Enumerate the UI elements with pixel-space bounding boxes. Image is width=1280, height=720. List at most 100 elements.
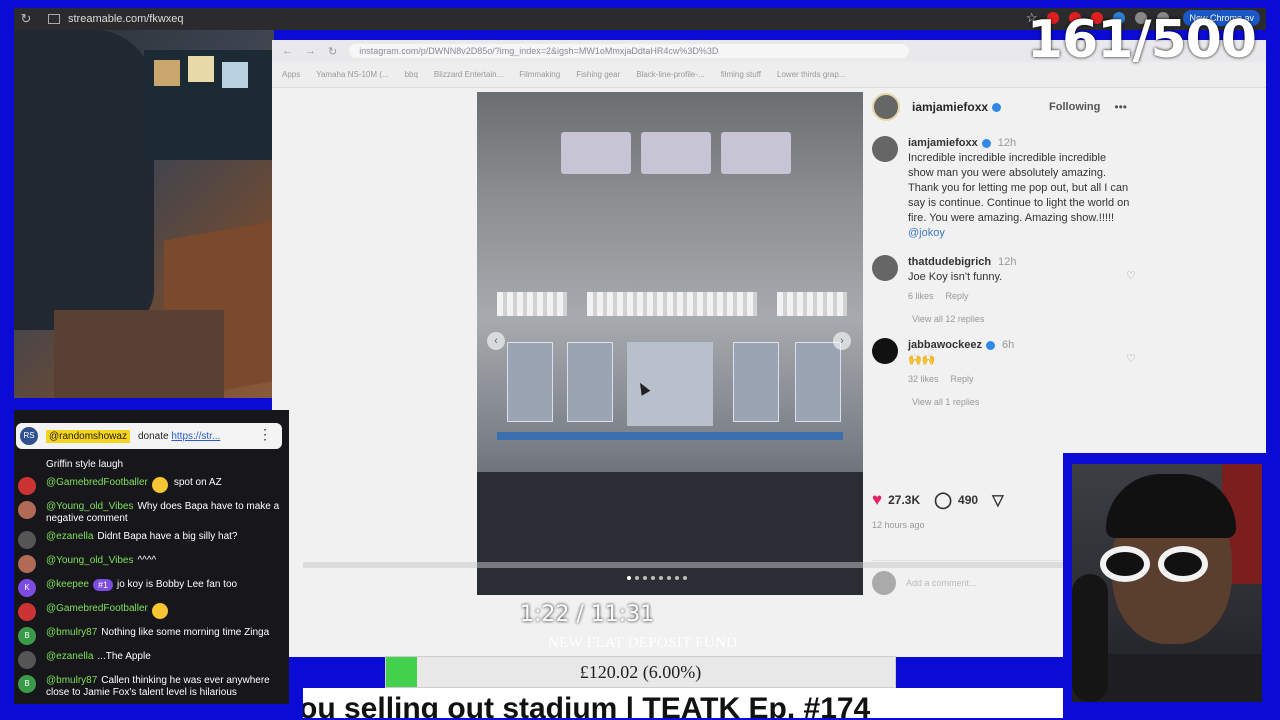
chat-message: B @bmulry87 Callen thinking he was ever a… — [14, 672, 289, 702]
chat-message: @Young_old_Vibes Why does Bapa have to ma… — [14, 498, 289, 528]
address-bar[interactable]: streamable.com/fkwxeq — [68, 13, 184, 25]
avatar[interactable] — [872, 93, 900, 121]
armchair — [14, 30, 154, 330]
chat-message: Griffin style laugh — [14, 456, 289, 474]
comment-count: 490 — [958, 493, 979, 507]
bookmark[interactable]: Blizzard Entertain... — [434, 70, 503, 79]
message-user[interactable]: @bmulry87 — [46, 675, 97, 686]
message-text: spot on AZ — [173, 477, 222, 488]
bookmark[interactable]: Filmmaking — [519, 70, 560, 79]
more-options-icon[interactable]: ••• — [1114, 100, 1127, 114]
message-user[interactable]: @Young_old_Vibes — [46, 555, 133, 567]
comment-icon[interactable]: ◯ — [934, 490, 952, 510]
back-icon[interactable]: ← — [282, 45, 293, 57]
verified-icon — [981, 138, 991, 148]
prev-arrow-icon[interactable]: ‹ — [487, 332, 505, 350]
comment-text: 🙌🙌 — [908, 354, 936, 366]
comment-time: 6h — [1002, 339, 1015, 351]
message-user[interactable]: @ezanella — [46, 651, 93, 663]
message-text: jo koy is Bobby Lee fan too — [116, 579, 238, 590]
caption-text: Incredible incredible incredible incredi… — [908, 152, 1130, 224]
message-user[interactable]: @bmulry87 — [46, 627, 97, 639]
chat-message: K @keepee #1 jo koy is Bobby Lee fan too — [14, 576, 289, 600]
bookmark[interactable]: filming stuff — [721, 70, 761, 79]
like-comment-icon[interactable]: ♡ — [1126, 352, 1136, 365]
video-seek-bar[interactable] — [303, 562, 1063, 568]
avatar — [18, 651, 36, 669]
carousel-dots — [627, 576, 687, 580]
following-button[interactable]: Following — [1049, 101, 1100, 113]
avatar: RS — [20, 427, 38, 445]
marquee-text: ou selling out stadium | TEATK Ep. #174 — [303, 692, 871, 718]
reply-button[interactable]: Reply — [951, 374, 974, 384]
more-options-icon[interactable]: ⋮ — [258, 426, 272, 443]
reply-button[interactable]: Reply — [946, 291, 969, 301]
stage-screen — [561, 132, 631, 174]
donate-link[interactable]: https://str... — [171, 431, 220, 442]
add-comment-input[interactable]: Add a comment... — [906, 578, 977, 588]
video-timer: 1:22 / 11:31 — [520, 602, 655, 627]
reload-icon[interactable]: ↻ — [14, 11, 38, 27]
message-user[interactable]: @GamebredFootballer — [46, 477, 148, 489]
author-name[interactable]: iamjamiefoxx — [912, 100, 1002, 114]
view-replies[interactable]: View all 1 replies — [912, 397, 1152, 407]
comment: thatdudebigrich 12h Joe Koy isn't funny.… — [872, 255, 1152, 304]
chat-message: @Young_old_Vibes ^^^^ — [14, 552, 289, 576]
comment-likes[interactable]: 32 likes — [908, 374, 939, 384]
streamer-shirt — [1092, 654, 1262, 702]
shelf — [144, 50, 274, 160]
bookmark[interactable]: bbq — [405, 70, 418, 79]
message-text: ...The Apple — [97, 651, 151, 662]
comment-user[interactable]: thatdudebigrich — [908, 256, 991, 268]
comment-text: Joe Koy isn't funny. — [908, 271, 1003, 283]
message-text: Nothing like some morning time Zinga — [101, 627, 270, 638]
stage-panel — [795, 342, 841, 422]
bookmark[interactable]: Black-line-profile-... — [636, 70, 704, 79]
site-info-icon[interactable] — [48, 14, 60, 24]
like-comment-icon[interactable]: ♡ — [1126, 269, 1136, 282]
fund-title: NEW FLAT DEPOSIT FUND — [548, 635, 738, 651]
chat-messages: Griffin style laugh @GamebredFootballer … — [14, 456, 289, 702]
comment-user[interactable]: jabbawockeez — [908, 339, 982, 351]
avatar: K — [18, 579, 36, 597]
avatar: B — [18, 675, 36, 693]
next-arrow-icon[interactable]: › — [833, 332, 851, 350]
laugh-emoji-icon — [151, 477, 168, 493]
caption-user[interactable]: iamjamiefoxx — [908, 137, 978, 149]
bookmark[interactable]: Fishing gear — [576, 70, 620, 79]
stream-frame: ↻ streamable.com/fkwxeq ☆ New Chrome av … — [0, 0, 1280, 720]
rank-badge: #1 — [92, 579, 113, 591]
stage-lights — [497, 292, 567, 316]
avatar — [18, 531, 36, 549]
message-text: ^^^^ — [137, 555, 157, 566]
stage-panel — [507, 342, 553, 422]
reload-icon[interactable]: ↻ — [328, 45, 337, 58]
message-user[interactable]: @GamebredFootballer — [46, 603, 148, 615]
avatar[interactable] — [872, 338, 898, 364]
avatar[interactable] — [872, 255, 898, 281]
captured-address-bar[interactable]: instagram.com/p/DWNN8v2D85o/?img_index=2… — [349, 44, 910, 58]
heart-icon[interactable]: ♥ — [872, 490, 882, 510]
message-user[interactable]: @ezanella — [46, 531, 93, 543]
fund-progress-bar: £120.02 (6.00%) — [385, 656, 896, 688]
post-image[interactable]: ‹ › — [477, 92, 863, 595]
bookmark[interactable]: Yamaha NS-10M (... — [316, 70, 388, 79]
webcam-feed — [1072, 464, 1262, 702]
bookmark[interactable]: Lower thirds grap... — [777, 70, 845, 79]
chat-message: @ezanella ...The Apple — [14, 648, 289, 672]
comment-likes[interactable]: 6 likes — [908, 291, 934, 301]
posted-time: 12 hours ago — [872, 520, 925, 530]
avatar[interactable] — [872, 136, 898, 162]
message-user[interactable]: @Young_old_Vibes — [46, 501, 133, 512]
share-icon[interactable]: ▽ — [992, 491, 1004, 509]
bookmark[interactable]: Apps — [282, 70, 300, 79]
comment-time: 12h — [998, 256, 1017, 268]
sunglasses-right — [1158, 546, 1208, 582]
message-user[interactable]: @keepee — [46, 579, 89, 591]
pinned-user[interactable]: @randomshowaz — [46, 429, 130, 443]
forward-icon[interactable]: → — [305, 45, 316, 57]
rug — [54, 310, 224, 398]
laugh-emoji-icon — [151, 603, 168, 619]
view-replies[interactable]: View all 12 replies — [912, 314, 1152, 324]
mention-link[interactable]: @jokoy — [908, 227, 945, 239]
